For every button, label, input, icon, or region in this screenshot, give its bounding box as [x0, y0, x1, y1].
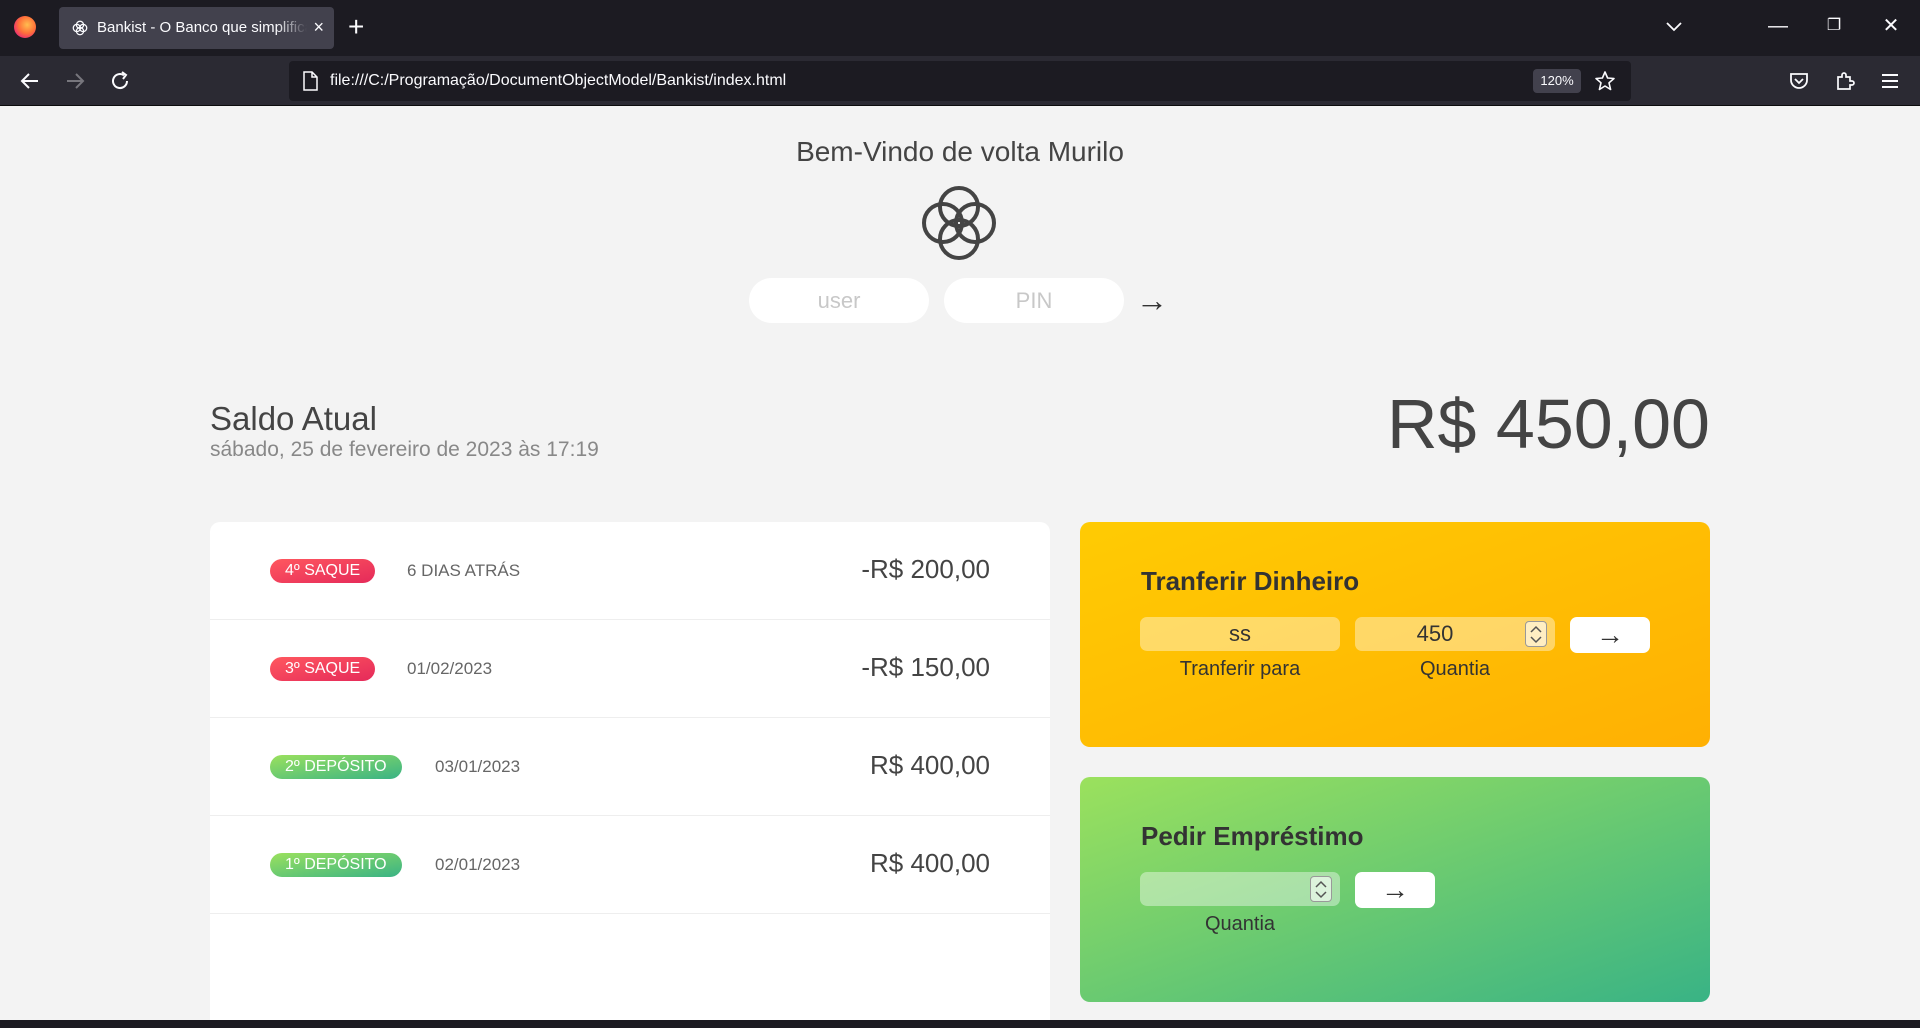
movement-row: 2º Depósito 03/01/2023 R$ 400,00 [210, 718, 1050, 816]
movement-row: 3º Saque 01/02/2023 -R$ 150,00 [210, 620, 1050, 718]
bookmark-star-icon[interactable] [1593, 69, 1617, 93]
login-user-input[interactable] [749, 278, 929, 323]
movement-value: -R$ 150,00 [861, 652, 990, 682]
bankist-logo-icon [922, 186, 996, 260]
tab-title: Bankist - O Banco que simplifica [97, 19, 307, 36]
back-icon[interactable] [18, 69, 42, 93]
loan-title: Pedir Empréstimo [1141, 821, 1364, 851]
forward-icon[interactable] [63, 69, 87, 93]
url-text[interactable]: file:///C:/Programação/DocumentObjectMod… [330, 72, 786, 90]
movement-row: 1º Depósito 02/01/2023 R$ 400,00 [210, 816, 1050, 914]
movement-value: R$ 400,00 [870, 848, 990, 878]
welcome-message: Bem-Vindo de volta Murilo [796, 136, 1124, 167]
loan-submit-button[interactable]: → [1355, 872, 1435, 908]
transfer-amount-input[interactable]: 450 [1355, 617, 1555, 651]
movement-type-badge: 4º Saque [270, 559, 376, 583]
transfer-to-input[interactable]: ss [1140, 617, 1340, 651]
new-tab-button[interactable]: + [348, 12, 364, 42]
balance-date: sábado, 25 de fevereiro de 2023 às 17:19 [210, 438, 599, 461]
browser-titlebar: Bankist - O Banco que simplifica × + — ❐… [0, 0, 1920, 56]
extensions-icon[interactable] [1833, 69, 1857, 93]
address-bar[interactable]: file:///C:/Programação/DocumentObjectMod… [289, 61, 1631, 101]
movement-date: 6 dias atrás [407, 561, 521, 580]
bankist-favicon-icon [72, 20, 88, 36]
movement-type-badge: 1º Depósito [270, 853, 402, 877]
taskbar-edge [0, 1020, 1920, 1028]
page-icon [303, 71, 318, 91]
number-spinner-icon[interactable] [1310, 876, 1332, 902]
tab-close-icon[interactable]: × [313, 17, 324, 37]
movement-date: 03/01/2023 [435, 757, 521, 776]
movement-row: 4º Saque 6 dias atrás -R$ 200,00 [210, 522, 1050, 620]
loan-amount-label: Quantia [1204, 913, 1276, 935]
restore-button[interactable]: ❐ [1822, 14, 1846, 38]
balance-label: Saldo Atual [210, 400, 377, 437]
number-spinner-icon[interactable] [1525, 621, 1547, 647]
transfer-amount-value: 450 [1416, 621, 1454, 646]
movements-list: 4º Saque 6 dias atrás -R$ 200,00 3º Saqu… [210, 522, 1050, 1028]
login-button[interactable]: → [1136, 280, 1168, 320]
balance-value: R$ 450,00 [1386, 385, 1710, 463]
minimize-button[interactable]: — [1766, 14, 1790, 38]
firefox-icon[interactable] [14, 16, 36, 38]
transfer-to-label: Tranferir para [1179, 658, 1301, 680]
movement-type-badge: 3º Saque [270, 657, 376, 681]
close-window-button[interactable]: ✕ [1879, 14, 1903, 38]
movement-value: R$ 400,00 [870, 750, 990, 780]
transfer-submit-button[interactable]: → [1570, 617, 1650, 653]
movement-type-badge: 2º Depósito [270, 755, 402, 779]
login-pin-input[interactable] [944, 278, 1124, 323]
loan-amount-input[interactable] [1140, 872, 1340, 906]
browser-tab[interactable]: Bankist - O Banco que simplifica × [59, 7, 334, 49]
movement-date: 01/02/2023 [407, 659, 493, 678]
movement-value: -R$ 200,00 [861, 554, 990, 584]
zoom-level-badge[interactable]: 120% [1533, 69, 1581, 93]
movement-date: 02/01/2023 [435, 855, 521, 874]
reload-icon[interactable] [108, 69, 132, 93]
transfer-title: Tranferir Dinheiro [1141, 566, 1360, 596]
loan-panel: Pedir Empréstimo → Quantia [1080, 777, 1710, 1002]
menu-icon[interactable] [1878, 69, 1902, 93]
transfer-amount-label: Quantia [1419, 658, 1491, 680]
list-all-tabs-icon[interactable] [1664, 16, 1684, 36]
pocket-icon[interactable] [1787, 69, 1811, 93]
transfer-panel: Tranferir Dinheiro ss 450 → Tranferir pa… [1080, 522, 1710, 747]
browser-navbar: file:///C:/Programação/DocumentObjectMod… [0, 56, 1920, 106]
